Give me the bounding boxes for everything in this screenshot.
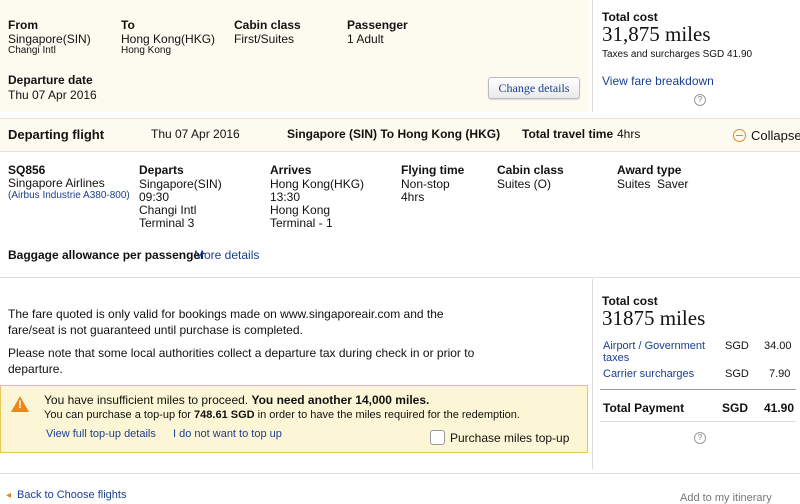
flight-number: SQ856 [8, 163, 46, 177]
flying-stops: Non-stop [401, 177, 450, 191]
arrives-terminal: Terminal - 1 [270, 216, 333, 230]
airport-taxes-label: Airport / Government taxes [603, 340, 706, 364]
carrier-surcharges-label: Carrier surcharges [603, 368, 695, 380]
warning-line-2: You can purchase a top-up for 748.61 SGD… [44, 409, 520, 421]
award-type-label: Award type [617, 163, 682, 177]
departs-terminal: Terminal 3 [139, 216, 195, 230]
to-city: Hong Kong(HKG) [121, 32, 216, 46]
to-airport: Hong Kong [121, 45, 172, 56]
total-miles: 31,875 miles [602, 22, 711, 46]
total-divider [600, 389, 796, 390]
flight-route: Singapore (SIN) To Hong Kong (HKG) [287, 127, 501, 141]
topup-text: You can purchase a top-up for [44, 409, 191, 421]
add-to-itinerary-text[interactable]: Add to my itinerary [680, 492, 772, 504]
purchase-topup-checkbox[interactable] [430, 430, 445, 445]
baggage-allowance-label: Baggage allowance per passenger [8, 248, 205, 262]
purchase-topup-label: Purchase miles top-up [450, 431, 570, 445]
passenger-value: 1 Adult [347, 32, 384, 46]
flying-time-value: 4hrs [401, 190, 425, 204]
departure-date-label: Departure date [8, 73, 93, 87]
carrier-surcharges-currency: SGD [725, 368, 749, 380]
view-topup-details-link[interactable]: View full top-up details [46, 428, 156, 440]
departs-airport: Changi Intl [139, 203, 197, 217]
airport-taxes-amount: 34.00 [764, 340, 792, 352]
help-icon-bottom[interactable]: ? [694, 432, 706, 444]
total-payment-label: Total Payment [603, 401, 685, 415]
total-payment-currency: SGD [722, 401, 749, 415]
aircraft-type: (Airbus Industrie A380-800) [8, 190, 130, 201]
from-label: From [8, 18, 38, 32]
departure-date-value: Thu 07 Apr 2016 [8, 88, 97, 102]
arrives-time: 13:30 [270, 190, 301, 204]
flight-date: Thu 07 Apr 2016 [151, 127, 240, 141]
airport-taxes-currency: SGD [725, 340, 749, 352]
total-travel-time-value: 4hrs [617, 127, 641, 141]
more-details-link[interactable]: More details [194, 248, 259, 262]
total-bottom-divider [600, 421, 796, 422]
decline-topup-link[interactable]: I do not want to top up [173, 428, 282, 440]
warning-line-1: You have insufficient miles to proceed. … [44, 393, 429, 407]
help-icon[interactable]: ? [694, 94, 706, 106]
bottom-total-miles: 31875 miles [602, 306, 706, 330]
section-divider [0, 277, 800, 278]
carrier-surcharges-amount: 7.90 [769, 368, 791, 380]
collapse-icon[interactable] [733, 129, 746, 142]
warning-text: You have insufficient miles to proceed. [44, 393, 249, 407]
tax-note: Please note that some local authorities … [8, 346, 475, 376]
arrives-label: Arrives [270, 163, 312, 177]
taxes-surcharges: Taxes and surcharges SGD 41.90 [602, 49, 753, 60]
flying-time-label: Flying time [401, 163, 465, 177]
flight-cabin-label: Cabin class [497, 163, 564, 177]
minus-icon [736, 135, 743, 136]
back-arrow-icon: ◂ [6, 490, 12, 501]
collapse-link[interactable]: Collapse [751, 128, 800, 143]
footer-divider [0, 473, 800, 474]
cabin-class-value: First/Suites [234, 32, 295, 46]
change-details-button[interactable]: Change details [488, 77, 580, 99]
from-city: Singapore(SIN) [8, 32, 91, 46]
fare-note: The fare quoted is only valid for bookin… [8, 307, 444, 337]
view-fare-breakdown-link[interactable]: View fare breakdown [602, 74, 714, 88]
to-label: To [121, 18, 135, 32]
back-to-flights-link[interactable]: Back to Choose flights [17, 489, 126, 501]
arrives-city: Hong Kong(HKG) [270, 177, 365, 191]
total-payment-amount: 41.90 [764, 401, 795, 415]
departs-time: 09:30 [139, 190, 170, 204]
cost-divider [592, 0, 593, 112]
miles-needed: You need another 14,000 miles. [251, 393, 430, 407]
departs-label: Departs [139, 163, 184, 177]
departs-city: Singapore(SIN) [139, 177, 222, 191]
airline-name: Singapore Airlines [8, 176, 105, 190]
topup-amount: 748.61 SGD [194, 409, 255, 421]
warning-icon: ! [11, 396, 29, 412]
award-type-value: Suites Saver [617, 177, 689, 191]
from-airport: Changi Intl [8, 45, 56, 56]
arrives-airport: Hong Kong [270, 203, 331, 217]
topup-text-end: in order to have the miles required for … [257, 409, 520, 421]
passenger-label: Passenger [347, 18, 408, 32]
flight-cabin-value: Suites (O) [497, 177, 552, 191]
cost-divider-bottom [592, 279, 593, 469]
cabin-class-label: Cabin class [234, 18, 301, 32]
total-travel-time-label: Total travel time [522, 127, 614, 141]
departing-flight-title: Departing flight [8, 127, 105, 142]
